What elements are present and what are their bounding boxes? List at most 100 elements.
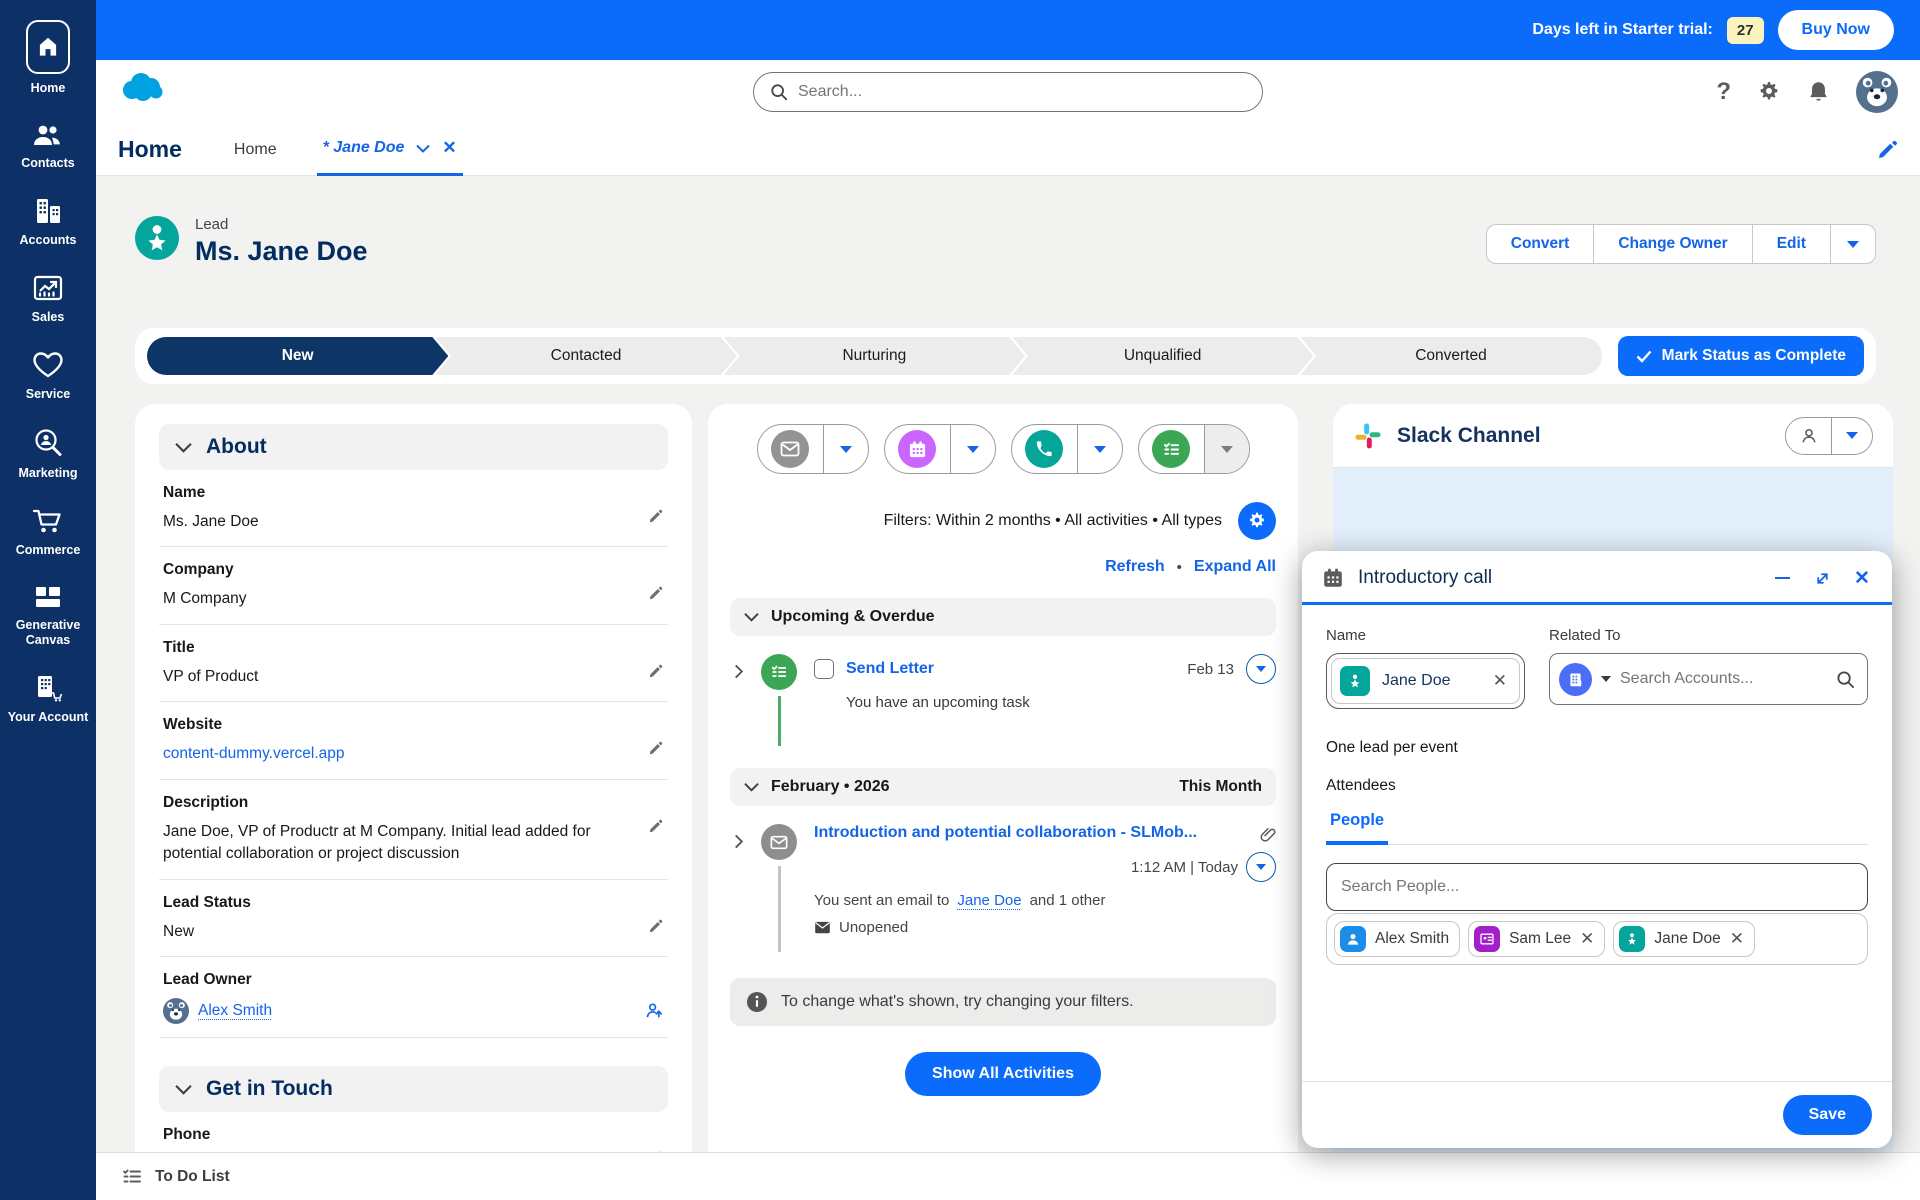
event-action-dropdown[interactable] bbox=[951, 425, 995, 473]
task-row-actions-dropdown[interactable] bbox=[1246, 654, 1276, 684]
calendar-icon bbox=[1322, 567, 1344, 589]
help-icon[interactable]: ? bbox=[1716, 78, 1731, 106]
lead-title-block: Lead Ms. Jane Doe bbox=[195, 216, 368, 267]
attendee-chip-sam-lee[interactable]: Sam Lee ✕ bbox=[1468, 921, 1606, 957]
remove-name-icon[interactable]: ✕ bbox=[1493, 671, 1507, 691]
todo-list-button[interactable]: To Do List bbox=[155, 1168, 230, 1186]
upcoming-overdue-header[interactable]: Upcoming & Overdue bbox=[730, 598, 1276, 636]
remove-chip-icon[interactable]: ✕ bbox=[1580, 929, 1594, 949]
sidebar-item-home[interactable]: Home bbox=[2, 20, 94, 96]
your-account-icon bbox=[32, 673, 64, 703]
change-owner-button[interactable]: Change Owner bbox=[1593, 224, 1752, 264]
main-area: Days left in Starter trial: 27 Buy Now ? bbox=[96, 0, 1920, 1200]
task-checkbox[interactable] bbox=[814, 659, 834, 679]
call-action-dropdown[interactable] bbox=[1078, 425, 1122, 473]
about-section-header[interactable]: About bbox=[159, 424, 668, 470]
minimize-icon[interactable] bbox=[1772, 568, 1792, 588]
sidebar-item-label: Service bbox=[25, 387, 71, 401]
object-picker-caret-icon[interactable] bbox=[1601, 676, 1611, 682]
tab-people[interactable]: People bbox=[1326, 811, 1389, 845]
new-task-action[interactable] bbox=[1139, 425, 1205, 473]
contact-chip-icon bbox=[1474, 926, 1501, 952]
remove-chip-icon[interactable]: ✕ bbox=[1730, 929, 1744, 949]
path-stage-contacted[interactable]: Contacted bbox=[435, 337, 736, 375]
email-subject-link[interactable]: Introduction and potential collaboration… bbox=[814, 824, 1197, 842]
recipient-link[interactable]: Jane Doe bbox=[957, 892, 1021, 909]
field-phone: Phone 1 650 213 7552 bbox=[159, 1112, 668, 1152]
task-subject-link[interactable]: Send Letter bbox=[846, 660, 934, 678]
owner-link[interactable]: Alex Smith bbox=[198, 1002, 272, 1020]
sidebar-item-accounts[interactable]: Accounts bbox=[2, 196, 94, 248]
save-button[interactable]: Save bbox=[1782, 1095, 1872, 1135]
tab-close-icon[interactable]: ✕ bbox=[442, 138, 456, 158]
sidebar-item-sales[interactable]: Sales bbox=[2, 273, 94, 325]
search-input[interactable] bbox=[798, 83, 1246, 101]
modal-header[interactable]: Introductory call ✕ bbox=[1302, 551, 1892, 605]
sidebar-item-your-account[interactable]: Your Account bbox=[2, 673, 94, 725]
field-title: Title VP of Product bbox=[159, 625, 668, 703]
sidebar-item-marketing[interactable]: Marketing bbox=[2, 427, 94, 481]
field-description: Description Jane Doe, VP of Productr at … bbox=[159, 780, 668, 880]
field-label: Title bbox=[163, 638, 195, 656]
path-stage-converted[interactable]: Converted bbox=[1300, 337, 1602, 375]
lead-chip-icon bbox=[1340, 666, 1370, 696]
path-stage-unqualified[interactable]: Unqualified bbox=[1012, 337, 1313, 375]
person-icon[interactable] bbox=[1786, 417, 1832, 454]
edit-button[interactable]: Edit bbox=[1751, 224, 1830, 264]
notifications-bell-icon[interactable] bbox=[1807, 80, 1830, 104]
related-to-search-input[interactable] bbox=[1620, 670, 1827, 688]
edit-icon[interactable] bbox=[648, 663, 664, 682]
edit-icon[interactable] bbox=[648, 918, 664, 937]
attendee-chip-jane-doe[interactable]: Jane Doe ✕ bbox=[1613, 921, 1755, 957]
field-value: Ms. Jane Doe bbox=[163, 513, 259, 530]
path-stage-nurturing[interactable]: Nurturing bbox=[724, 337, 1025, 375]
chip-label: Sam Lee bbox=[1509, 930, 1572, 947]
expand-all-link[interactable]: Expand All bbox=[1194, 558, 1276, 576]
email-action[interactable] bbox=[758, 425, 824, 473]
expand-row-icon[interactable] bbox=[734, 824, 760, 952]
tab-jane-doe[interactable]: * Jane Doe ✕ bbox=[316, 124, 463, 176]
refresh-link[interactable]: Refresh bbox=[1105, 558, 1165, 576]
edit-icon[interactable] bbox=[648, 585, 664, 604]
name-lookup-field[interactable]: Jane Doe ✕ bbox=[1326, 653, 1525, 709]
people-search-input[interactable] bbox=[1341, 878, 1853, 896]
show-all-activities-button[interactable]: Show All Activities bbox=[905, 1052, 1101, 1096]
email-sent-line: You sent an email to Jane Doe and 1 othe… bbox=[814, 892, 1276, 909]
expand-icon[interactable] bbox=[1812, 568, 1832, 588]
gear-icon[interactable] bbox=[1757, 80, 1781, 104]
edit-icon[interactable] bbox=[648, 508, 664, 527]
sidebar-item-commerce[interactable]: Commerce bbox=[2, 506, 94, 558]
month-section-header[interactable]: February • 2026 This Month bbox=[730, 768, 1276, 806]
buy-now-button[interactable]: Buy Now bbox=[1777, 10, 1894, 50]
log-call-action[interactable] bbox=[1012, 425, 1078, 473]
email-row-actions-dropdown[interactable] bbox=[1246, 852, 1276, 882]
sidebar-item-generative-canvas[interactable]: Generative Canvas bbox=[2, 583, 94, 648]
get-in-touch-section-header[interactable]: Get in Touch bbox=[159, 1066, 668, 1113]
path-stage-new[interactable]: New bbox=[147, 337, 448, 375]
slack-dropdown[interactable] bbox=[1832, 418, 1872, 454]
sidebar-item-contacts[interactable]: Contacts bbox=[2, 121, 94, 171]
more-actions-dropdown[interactable] bbox=[1830, 224, 1876, 264]
edit-page-pencil-icon[interactable] bbox=[1876, 139, 1898, 161]
task-action-dropdown[interactable] bbox=[1204, 425, 1249, 473]
sidebar-item-service[interactable]: Service bbox=[2, 350, 94, 402]
close-icon[interactable]: ✕ bbox=[1852, 568, 1872, 589]
email-action-dropdown[interactable] bbox=[824, 425, 868, 473]
tab-home[interactable]: Home bbox=[234, 141, 277, 159]
chevron-down-icon[interactable] bbox=[416, 144, 431, 153]
search-icon bbox=[770, 83, 788, 101]
user-avatar[interactable] bbox=[1856, 71, 1898, 113]
attendee-chip-alex-smith[interactable]: Alex Smith bbox=[1334, 921, 1461, 957]
edit-icon[interactable] bbox=[648, 740, 664, 759]
related-to-lookup-field[interactable] bbox=[1549, 653, 1868, 705]
expand-row-icon[interactable] bbox=[734, 654, 760, 746]
change-owner-icon[interactable] bbox=[645, 1001, 664, 1023]
filter-settings-button[interactable] bbox=[1238, 502, 1276, 540]
envelope-icon bbox=[814, 921, 831, 934]
edit-icon[interactable] bbox=[648, 818, 664, 837]
convert-button[interactable]: Convert bbox=[1485, 224, 1594, 264]
field-lead-owner: Lead Owner Alex Smith bbox=[159, 957, 668, 1039]
website-link[interactable]: content-dummy.vercel.app bbox=[163, 745, 345, 762]
mark-status-complete-button[interactable]: Mark Status as Complete bbox=[1617, 336, 1864, 376]
new-event-action[interactable] bbox=[885, 425, 951, 473]
